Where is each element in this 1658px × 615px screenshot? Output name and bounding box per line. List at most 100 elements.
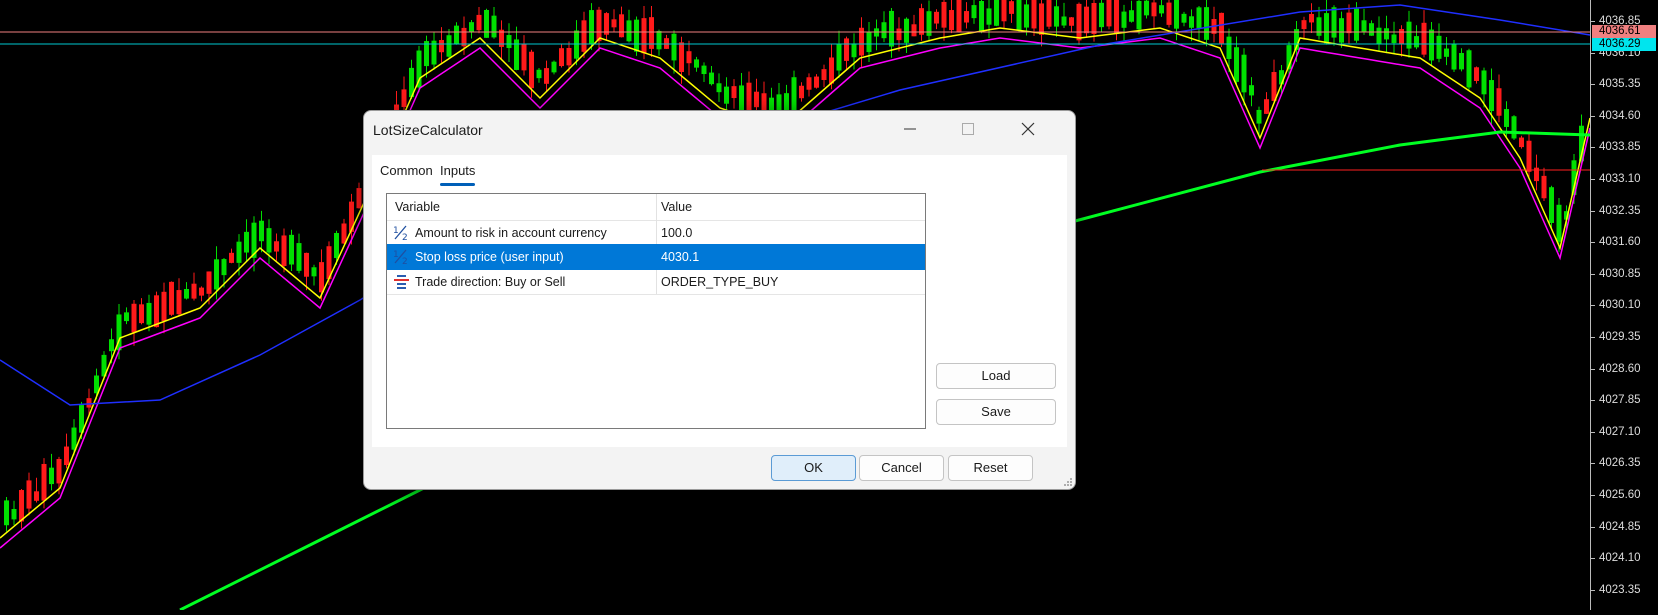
candle-body bbox=[1099, 2, 1104, 28]
dialog-title: LotSizeCalculator bbox=[373, 122, 483, 138]
candle-body bbox=[1384, 28, 1389, 40]
candle-body bbox=[716, 83, 722, 93]
candle-body bbox=[1451, 43, 1457, 70]
candle-body bbox=[1474, 67, 1479, 81]
tab-common[interactable]: Common bbox=[380, 163, 433, 183]
candle-body bbox=[139, 304, 144, 324]
candle-body bbox=[56, 459, 62, 484]
candle-body bbox=[1174, 0, 1179, 29]
candle-body bbox=[1151, 2, 1157, 17]
candle-body bbox=[34, 491, 39, 501]
candle-body bbox=[259, 220, 264, 242]
candle-body bbox=[1009, 1, 1014, 14]
row-value[interactable]: 100.0 bbox=[661, 226, 692, 240]
price-tick: 4027.85 bbox=[1591, 393, 1658, 407]
candle-body bbox=[199, 287, 204, 296]
candle-body bbox=[1219, 12, 1224, 44]
candle-body bbox=[589, 10, 594, 45]
table-row[interactable]: Trade direction: Buy or Sell ORDER_TYPE_… bbox=[387, 269, 925, 295]
candle-body bbox=[1144, 0, 1149, 16]
candle-body bbox=[1414, 36, 1419, 48]
candle-body bbox=[1196, 7, 1202, 29]
candle-body bbox=[806, 77, 812, 90]
candle-body bbox=[1331, 7, 1337, 38]
candle-body bbox=[919, 8, 924, 35]
candle-body bbox=[86, 398, 92, 408]
price-tick: 4031.60 bbox=[1591, 235, 1658, 249]
candle-body bbox=[1376, 27, 1382, 44]
candle-body bbox=[296, 243, 302, 271]
header-variable[interactable]: Variable bbox=[395, 200, 440, 214]
candle-body bbox=[731, 86, 737, 99]
dialog-content: Common Inputs Variable Value 1 2 Amount … bbox=[372, 155, 1067, 447]
candle-body bbox=[71, 427, 77, 450]
candle-body bbox=[656, 30, 662, 50]
price-tick: 4026.35 bbox=[1591, 456, 1658, 470]
tab-inputs[interactable]: Inputs bbox=[440, 163, 476, 186]
candle-body bbox=[1444, 48, 1449, 57]
candle-body bbox=[911, 24, 917, 37]
price-tick: 4035.35 bbox=[1591, 77, 1658, 91]
candle-body bbox=[26, 480, 32, 509]
ok-button[interactable]: OK bbox=[771, 455, 856, 481]
save-button[interactable]: Save bbox=[936, 399, 1056, 425]
candle-body bbox=[311, 267, 317, 277]
candle-body bbox=[454, 25, 459, 44]
candle-body bbox=[4, 500, 9, 526]
candle-body bbox=[1459, 53, 1464, 70]
candle-body bbox=[446, 35, 452, 57]
table-row[interactable]: 1 2 Amount to risk in account currency 1… bbox=[387, 220, 925, 246]
candle-body bbox=[109, 339, 114, 352]
candle-body bbox=[1271, 72, 1277, 101]
candle-body bbox=[986, 8, 992, 25]
candle-body bbox=[611, 19, 617, 28]
candle-body bbox=[1316, 17, 1322, 36]
lot-size-calculator-dialog: LotSizeCalculator Common Inputs Variable… bbox=[363, 110, 1076, 490]
candle-body bbox=[844, 38, 849, 61]
candle-body bbox=[1346, 12, 1352, 34]
candle-body bbox=[266, 228, 272, 253]
price-tick: 4033.10 bbox=[1591, 172, 1658, 186]
candle-body bbox=[131, 303, 137, 333]
load-button[interactable]: Load bbox=[936, 363, 1056, 389]
close-button[interactable] bbox=[1000, 111, 1056, 147]
enum-list-icon bbox=[394, 275, 409, 289]
price-tick: 4025.60 bbox=[1591, 488, 1658, 502]
table-row-selected[interactable]: 1 2 Stop loss price (user input) 4030.1 bbox=[387, 244, 925, 270]
candle-body bbox=[484, 9, 489, 38]
dialog-titlebar[interactable]: LotSizeCalculator bbox=[364, 111, 1075, 147]
header-value[interactable]: Value bbox=[661, 200, 692, 214]
fraction-icon: 1 2 bbox=[393, 249, 408, 265]
cancel-button[interactable]: Cancel bbox=[859, 455, 944, 481]
candle-body bbox=[1324, 13, 1329, 44]
candle-body bbox=[1339, 18, 1344, 43]
maximize-icon bbox=[962, 123, 974, 135]
resize-grip-icon[interactable] bbox=[1063, 477, 1073, 487]
candle-body bbox=[1256, 109, 1262, 124]
row-value[interactable]: 4030.1 bbox=[661, 250, 699, 264]
candle-body bbox=[671, 33, 677, 61]
inputs-grid[interactable]: Variable Value 1 2 Amount to risk in acc… bbox=[386, 193, 926, 429]
candle-body bbox=[214, 259, 219, 290]
candle-body bbox=[836, 43, 842, 71]
price-tick: 4023.35 bbox=[1591, 583, 1658, 597]
candle-body bbox=[424, 41, 429, 67]
candle-body bbox=[1039, 3, 1044, 35]
reset-button[interactable]: Reset bbox=[948, 455, 1033, 481]
candle-body bbox=[559, 48, 564, 67]
row-value[interactable]: ORDER_TYPE_BUY bbox=[661, 275, 778, 289]
price-scale[interactable]: 4036.85 4036.10 4035.35 4034.60 4033.85 4033.… bbox=[1590, 0, 1658, 610]
candle-body bbox=[1069, 17, 1074, 26]
candle-body bbox=[1391, 34, 1397, 44]
candle-body bbox=[851, 43, 857, 58]
candle-body bbox=[754, 91, 759, 108]
candle-body bbox=[1046, 0, 1052, 27]
maximize-button[interactable] bbox=[940, 111, 996, 147]
candle-body bbox=[1136, 0, 1142, 30]
price-tick: 4030.85 bbox=[1591, 267, 1658, 281]
minimize-button[interactable] bbox=[882, 111, 938, 147]
candle-body bbox=[1489, 80, 1494, 112]
candle-body bbox=[866, 32, 872, 53]
candle-body bbox=[401, 89, 407, 108]
candle-body bbox=[491, 15, 497, 38]
